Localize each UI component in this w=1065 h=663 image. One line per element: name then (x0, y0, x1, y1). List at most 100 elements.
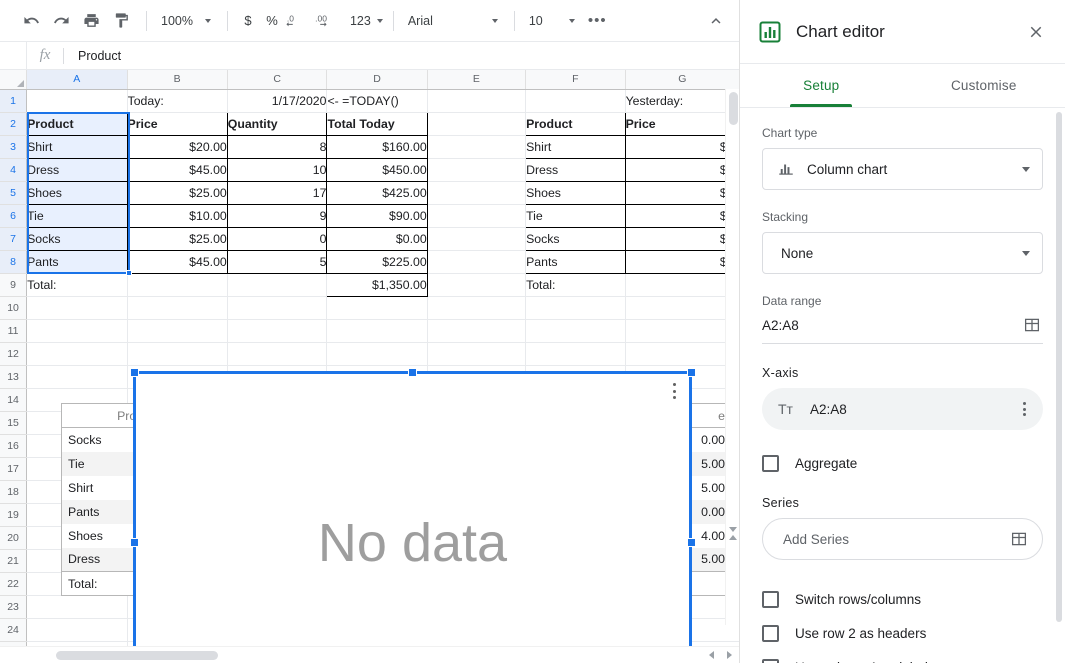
cell-E2[interactable] (427, 112, 527, 136)
more-toolbar-items-icon[interactable]: ••• (583, 8, 612, 34)
stacking-select[interactable]: None (762, 232, 1043, 274)
horizontal-scrollbar[interactable] (0, 646, 739, 663)
row-header-15[interactable]: 15 (0, 411, 28, 435)
cell-C2[interactable]: Quantity (226, 111, 328, 136)
column-header-E[interactable]: E (427, 70, 527, 90)
cell-F8[interactable]: Pants (525, 249, 626, 274)
number-format-select[interactable]: 123 (344, 8, 385, 34)
cell-D5[interactable]: $425.00 (326, 180, 428, 205)
chart-handle-top-right[interactable] (687, 368, 696, 377)
cell-G11[interactable] (625, 319, 739, 343)
cell-C5[interactable]: 17 (226, 180, 328, 205)
cell-B12[interactable] (127, 342, 228, 366)
cell-A3[interactable]: Shirt (26, 134, 128, 159)
cell-B5[interactable]: $25.00 (126, 180, 228, 205)
undo-icon[interactable] (18, 8, 44, 34)
cell-E9[interactable] (427, 273, 527, 297)
collapse-toolbar-icon[interactable] (703, 8, 729, 34)
cell-B6[interactable]: $10.00 (126, 203, 228, 228)
cell-G10[interactable] (625, 296, 739, 320)
cell-D6[interactable]: $90.00 (326, 203, 428, 228)
scroll-right-icon[interactable] (722, 648, 736, 662)
cell-D12[interactable] (326, 342, 428, 366)
cell-E6[interactable] (427, 204, 527, 228)
cell-E10[interactable] (427, 296, 527, 320)
column-header-B[interactable]: B (127, 70, 228, 90)
cell-F6[interactable]: Tie (525, 203, 626, 228)
row-header-20[interactable]: 20 (0, 526, 28, 550)
cell-A7[interactable]: Socks (26, 226, 128, 251)
cell-C10[interactable] (227, 296, 328, 320)
x-axis-options-kebab-icon[interactable] (1015, 402, 1033, 416)
column-header-C[interactable]: C (227, 70, 328, 90)
horizontal-scrollbar-track[interactable] (56, 650, 700, 660)
cell-B11[interactable] (127, 319, 228, 343)
chart-editor-scrollbar-thumb[interactable] (1056, 112, 1062, 622)
cell-G5[interactable]: $… (624, 180, 739, 205)
percent-format-button[interactable]: % (260, 8, 284, 34)
cell-A13[interactable] (26, 365, 128, 389)
cell-C8[interactable]: 5 (226, 249, 328, 274)
decrease-decimal-icon[interactable]: .0 (284, 8, 310, 34)
horizontal-scrollbar-thumb[interactable] (56, 650, 218, 660)
cell-E11[interactable] (427, 319, 527, 343)
row-header-9[interactable]: 9 (0, 273, 28, 297)
font-size-select[interactable]: 10 (523, 8, 583, 34)
cell-C3[interactable]: 8 (226, 134, 328, 159)
cell-B7[interactable]: $25.00 (126, 226, 228, 251)
row-header-12[interactable]: 12 (0, 342, 28, 366)
row-header-10[interactable]: 10 (0, 296, 28, 320)
chart-options-kebab-icon[interactable] (666, 380, 682, 402)
cell-E4[interactable] (427, 158, 527, 182)
cell-F2[interactable]: Product (525, 111, 626, 136)
cell-B3[interactable]: $20.00 (126, 134, 228, 159)
name-box[interactable] (0, 42, 27, 69)
cell-G7[interactable]: $… (624, 226, 739, 251)
cell-F5[interactable]: Shoes (525, 180, 626, 205)
cell-G3[interactable]: $… (624, 134, 739, 159)
use-row-headers-checkbox[interactable] (762, 624, 779, 642)
cell-C6[interactable]: 9 (226, 203, 328, 228)
cell-A6[interactable]: Tie (26, 203, 128, 228)
cell-D1[interactable]: <- =TODAY() (326, 89, 428, 113)
cell-D3[interactable]: $160.00 (326, 134, 428, 159)
cell-C11[interactable] (227, 319, 328, 343)
cell-B4[interactable]: $45.00 (126, 157, 228, 182)
cell-A23[interactable] (26, 595, 128, 619)
row-header-19[interactable]: 19 (0, 503, 28, 527)
cell-B8[interactable]: $45.00 (126, 249, 228, 274)
use-row-headers-row[interactable]: Use row 2 as headers (762, 616, 1043, 650)
vertical-scrollbar[interactable] (725, 89, 739, 625)
cell-G12[interactable] (625, 342, 739, 366)
aggregate-checkbox[interactable] (762, 454, 779, 472)
row-header-18[interactable]: 18 (0, 480, 28, 504)
scroll-up-icon[interactable] (729, 518, 738, 540)
chart-handle-middle-left[interactable] (130, 538, 139, 547)
function-icon[interactable]: fx (27, 47, 63, 64)
close-icon[interactable] (1021, 17, 1051, 47)
cell-A9[interactable]: Total: (26, 273, 128, 297)
cell-G2[interactable]: Price (624, 111, 739, 136)
use-column-labels-row[interactable]: Use column A as labels (762, 650, 1043, 663)
cell-A11[interactable] (26, 319, 128, 343)
row-header-14[interactable]: 14 (0, 388, 28, 412)
cell-A4[interactable]: Dress (26, 157, 128, 182)
scroll-down-icon[interactable] (729, 527, 738, 549)
cell-C9[interactable] (227, 273, 328, 297)
cell-G4[interactable]: $… (624, 157, 739, 182)
cell-F4[interactable]: Dress (525, 157, 626, 182)
column-header-A[interactable]: A (26, 70, 128, 90)
row-header-3[interactable]: 3 (0, 135, 28, 159)
cell-F1[interactable] (525, 89, 626, 113)
cell-B9[interactable] (127, 273, 228, 297)
row-header-8[interactable]: 8 (0, 250, 28, 274)
cell-E3[interactable] (427, 135, 527, 159)
cell-C12[interactable] (227, 342, 328, 366)
formula-input[interactable]: Product (64, 49, 739, 63)
cell-D10[interactable] (326, 296, 428, 320)
row-header-1[interactable]: 1 (0, 89, 28, 113)
add-series-button[interactable]: Add Series (762, 518, 1043, 560)
redo-icon[interactable] (48, 8, 74, 34)
select-series-range-icon[interactable] (1010, 530, 1028, 548)
select-data-range-icon[interactable] (1023, 316, 1041, 334)
